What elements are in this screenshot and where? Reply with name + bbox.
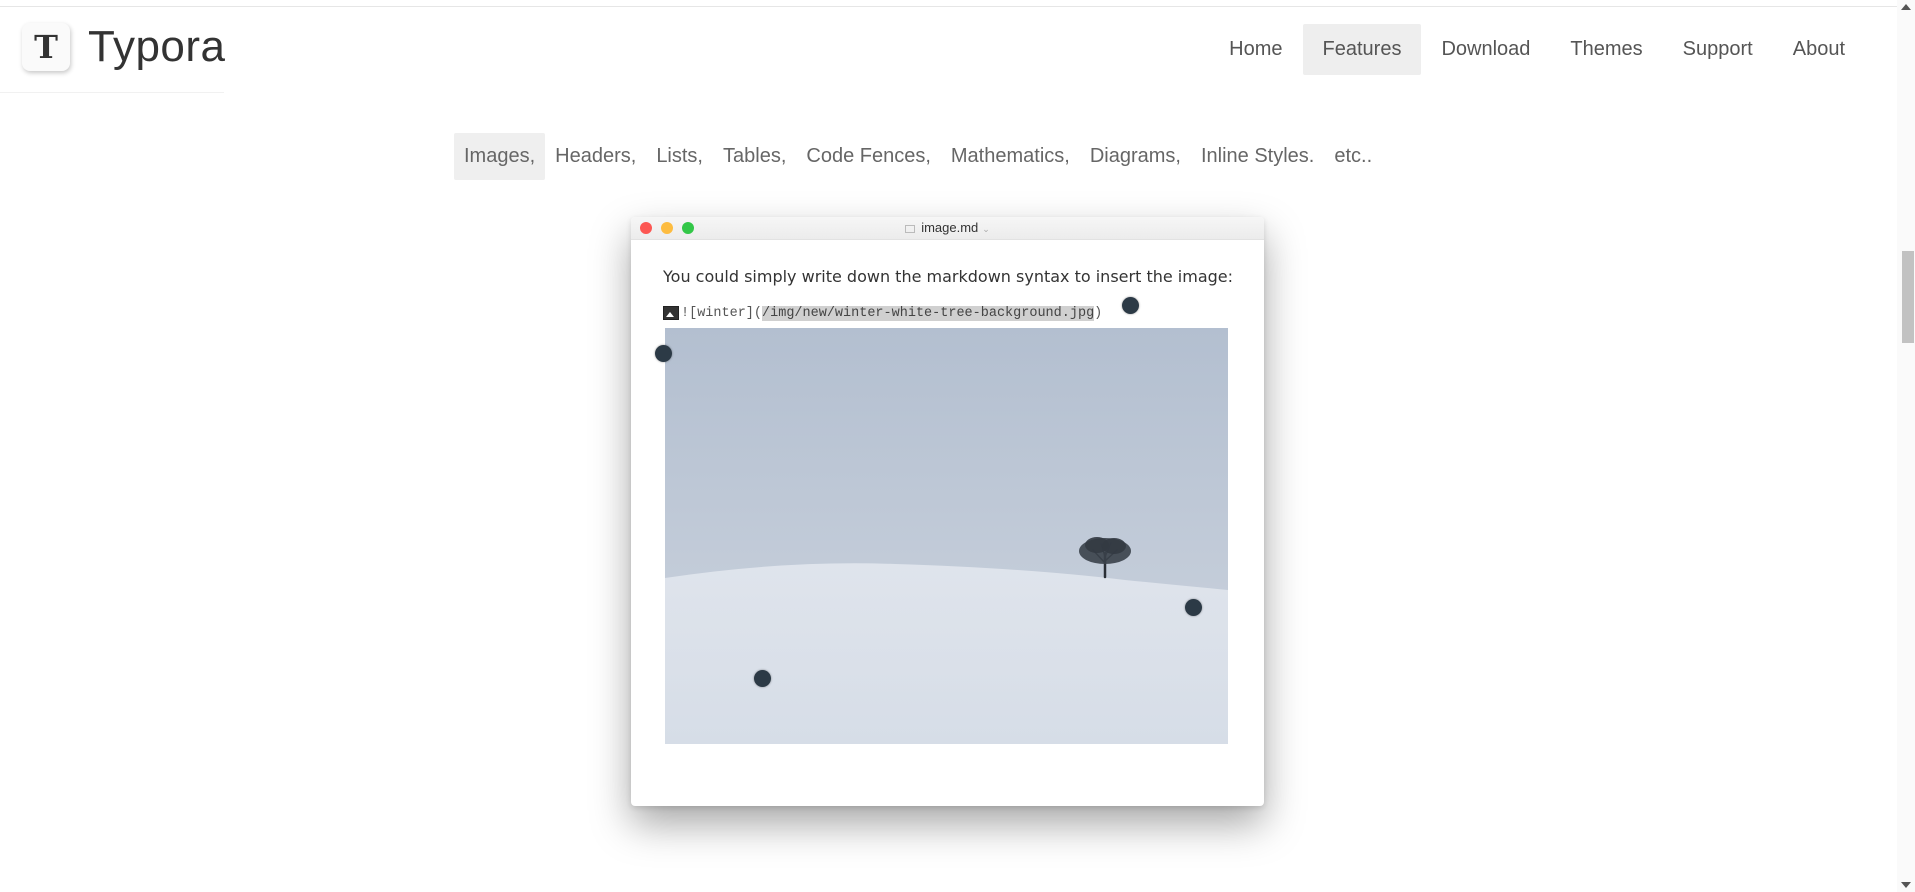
feature-tab-etc[interactable]: etc.. — [1324, 133, 1382, 180]
touch-indicator — [1122, 297, 1139, 314]
touch-indicator — [1185, 599, 1202, 616]
touch-indicator — [754, 670, 771, 687]
scroll-up-icon[interactable] — [1901, 4, 1911, 10]
feature-tabs: Images, Headers, Lists, Tables, Code Fen… — [454, 133, 1382, 180]
logo-icon: T — [22, 23, 70, 71]
typora-features-page: T Typora Home Features Download Themes S… — [0, 0, 1915, 892]
site-logo[interactable]: T Typora — [22, 22, 226, 72]
touch-indicator — [655, 345, 672, 362]
window-title: image.md ⌄ — [631, 220, 1264, 235]
feature-tab-images[interactable]: Images, — [454, 133, 546, 180]
markdown-suffix: ) — [1094, 305, 1103, 321]
nav-themes[interactable]: Themes — [1550, 24, 1662, 75]
header-divider — [0, 92, 224, 93]
logo-name: Typora — [88, 22, 226, 71]
demo-editor-window: image.md ⌄ You could simply write down th… — [631, 217, 1264, 806]
feature-tab-code-fences[interactable]: Code Fences, — [796, 133, 941, 180]
markdown-path: /img/new/winter-white-tree-background.jp… — [762, 305, 1095, 321]
top-divider — [0, 6, 1897, 7]
feature-tab-lists[interactable]: Lists, — [646, 133, 713, 180]
demo-description: You could simply write down the markdown… — [663, 267, 1234, 286]
winter-tree-image — [665, 328, 1228, 744]
scrollbar-thumb[interactable] — [1902, 251, 1914, 343]
nav-download[interactable]: Download — [1421, 24, 1550, 75]
page-scrollbar[interactable] — [1897, 0, 1915, 892]
nav-about[interactable]: About — [1773, 24, 1865, 75]
markdown-source-line: ![winter]( /img/new/winter-white-tree-ba… — [663, 304, 1102, 322]
image-icon — [663, 306, 679, 320]
feature-tab-mathematics[interactable]: Mathematics, — [941, 133, 1080, 180]
feature-tab-inline-styles[interactable]: Inline Styles. — [1191, 133, 1324, 180]
nav-features[interactable]: Features — [1302, 24, 1422, 75]
nav-home[interactable]: Home — [1209, 24, 1302, 75]
window-titlebar: image.md ⌄ — [631, 217, 1264, 240]
feature-tab-diagrams[interactable]: Diagrams, — [1080, 133, 1191, 180]
feature-tab-tables[interactable]: Tables, — [713, 133, 796, 180]
nav-support[interactable]: Support — [1663, 24, 1773, 75]
markdown-prefix: ![winter]( — [681, 305, 763, 321]
chevron-down-icon: ⌄ — [982, 224, 990, 234]
feature-tab-headers[interactable]: Headers, — [545, 133, 646, 180]
document-icon — [905, 224, 916, 233]
scroll-down-icon[interactable] — [1901, 882, 1911, 888]
main-nav: Home Features Download Themes Support Ab… — [1209, 24, 1865, 75]
window-title-text: image.md — [921, 220, 979, 235]
